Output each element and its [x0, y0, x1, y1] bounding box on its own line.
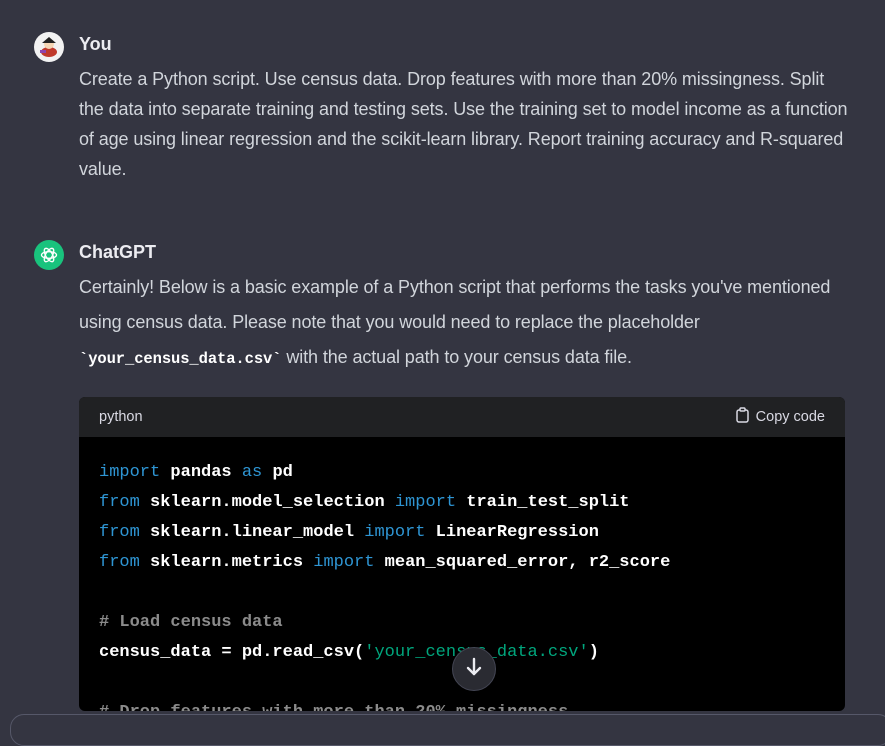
code-token: train_test_split	[456, 493, 630, 512]
code-line: # Load census data	[99, 608, 825, 638]
code-line: from sklearn.metrics import mean_squared…	[99, 548, 825, 578]
scroll-to-bottom-button[interactable]	[452, 647, 496, 691]
code-token: sklearn.model_selection	[139, 493, 395, 512]
code-token: census_data = pd.read_csv(	[99, 643, 365, 662]
code-block-header: python Copy code	[79, 397, 845, 437]
code-token: LinearRegression	[425, 523, 599, 542]
code-language-label: python	[99, 409, 143, 425]
code-token: from	[99, 523, 140, 542]
code-line: from sklearn.model_selection import trai…	[99, 488, 825, 518]
assistant-message-text: Certainly! Below is a basic example of a…	[79, 270, 849, 377]
assistant-text-before: Certainly! Below is a basic example of a…	[79, 277, 831, 332]
code-line: import pandas as pd	[99, 458, 825, 488]
code-token: from	[99, 553, 140, 572]
inline-code: `your_census_data.csv`	[79, 350, 282, 368]
code-token: # Load census data	[99, 613, 283, 632]
code-token: )	[588, 643, 599, 662]
code-token: # Drop features with more than 20% missi…	[99, 703, 568, 711]
code-token: mean_squared_error, r2_score	[374, 553, 671, 572]
code-token: pd	[262, 463, 293, 482]
code-token: sklearn.metrics	[139, 553, 314, 572]
code-token: import	[313, 553, 375, 572]
copy-code-button[interactable]: Copy code	[735, 407, 825, 427]
openai-logo-icon	[34, 240, 64, 270]
code-token: import	[364, 523, 426, 542]
clipboard-icon	[735, 407, 750, 427]
assistant-text-after: with the actual path to your census data…	[281, 347, 632, 367]
copy-code-label: Copy code	[755, 409, 825, 425]
code-token: import	[99, 463, 161, 482]
code-token: from	[99, 493, 140, 512]
code-token: sklearn.linear_model	[139, 523, 365, 542]
arrow-down-icon	[465, 657, 483, 682]
code-token: import	[394, 493, 457, 512]
message-input-box[interactable]	[10, 714, 885, 746]
code-line: from sklearn.linear_model import LinearR…	[99, 518, 825, 548]
code-token: pandas	[160, 463, 242, 482]
user-message-text: Create a Python script. Use census data.…	[79, 69, 848, 179]
code-line: # Drop features with more than 20% missi…	[99, 698, 825, 711]
assistant-author-name: ChatGPT	[79, 242, 157, 262]
user-author-name: You	[79, 34, 112, 54]
code-token: as	[241, 463, 263, 482]
user-avatar-icon	[34, 32, 64, 62]
